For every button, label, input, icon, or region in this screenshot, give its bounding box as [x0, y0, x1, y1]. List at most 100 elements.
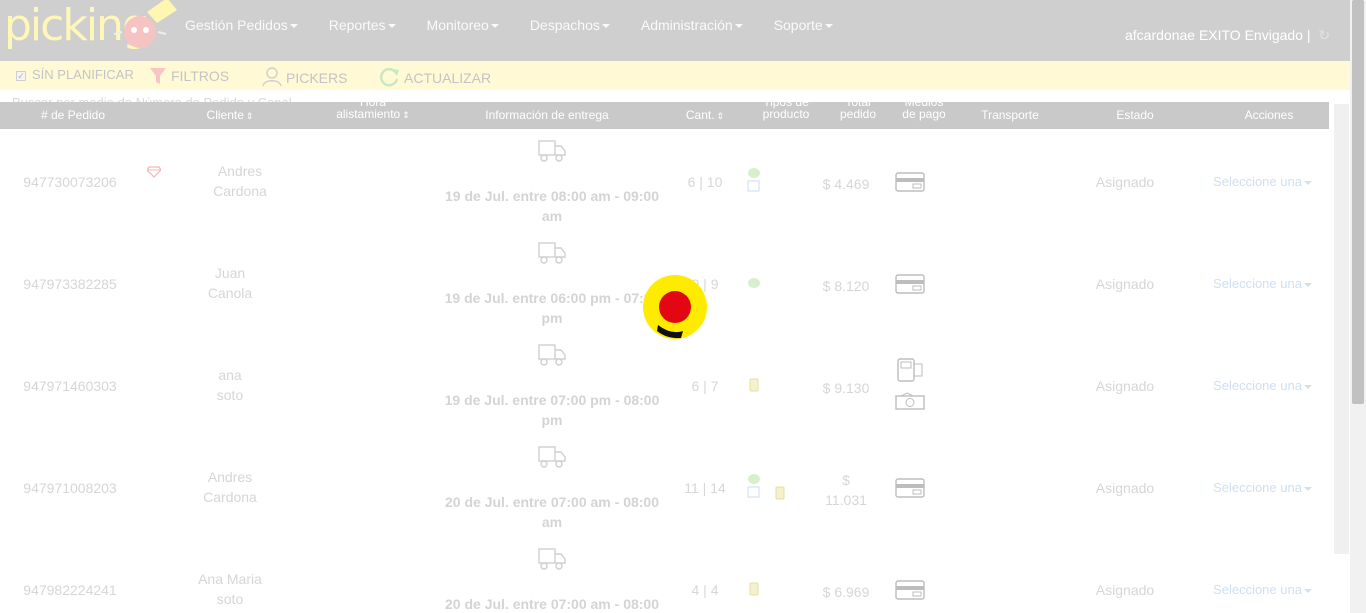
header-hora[interactable]: Hora alistamiento ⇕ [318, 96, 428, 121]
pickers-label: PICKERS [286, 70, 348, 86]
header-label: Información de entrega [485, 108, 609, 122]
checkbox-icon[interactable]: ✓ [16, 71, 26, 81]
actualizar-label: ACTUALIZAR [404, 70, 492, 86]
actions-dropdown[interactable]: Seleccione una [1200, 378, 1325, 393]
caret-down-icon [387, 24, 396, 29]
total-currency: $ [842, 472, 850, 488]
delivery-truck-icon [538, 242, 566, 264]
order-number[interactable]: 947973382285 [0, 276, 140, 292]
client-first-name: ana [218, 367, 242, 383]
pickers-button[interactable]: PICKERS [262, 67, 347, 87]
delivery-truck-icon [538, 548, 566, 570]
nav-monitoreo[interactable]: Monitoreo [427, 17, 499, 33]
bottle-icon [749, 582, 759, 596]
table-row[interactable]: 947982224241 Ana Maria soto 20 de Jul. en… [0, 538, 1330, 613]
order-number[interactable]: 947971008203 [0, 480, 140, 496]
header-transporte: Transporte [970, 109, 1050, 121]
order-total: $ 9.130 [822, 380, 870, 396]
header-label: pedido [839, 107, 877, 121]
diamond-icon [147, 166, 161, 178]
actions-dropdown[interactable]: Seleccione una [1200, 582, 1325, 597]
order-number[interactable]: 947982224241 [0, 582, 140, 598]
credit-card-icon [895, 172, 925, 192]
caret-down-icon [1303, 180, 1312, 185]
status: Asignado [1095, 582, 1155, 598]
actions-dropdown[interactable]: Seleccione una [1200, 276, 1325, 291]
total-amount: 11.031 [825, 492, 867, 508]
caret-down-icon [1303, 282, 1312, 287]
delivery-info: 20 de Jul. entre 07:00 am - 08:00 am [445, 494, 659, 530]
refresh-icon [380, 68, 399, 87]
header-tipos: Tipos de producto [750, 96, 822, 120]
order-total: $ 6.969 [822, 584, 870, 600]
nav-despachos[interactable]: Despachos [530, 17, 610, 33]
client-first-name: Andres [217, 163, 263, 179]
delivery-info: 19 de Jul. entre 06:00 pm - 07:00 pm [444, 290, 660, 326]
actualizar-button[interactable]: ACTUALIZAR [380, 67, 491, 87]
quantity: 6 | 7 [691, 378, 719, 394]
caret-down-icon [1303, 384, 1312, 389]
scrollbar-thumb[interactable] [1352, 0, 1364, 404]
client-last-name: Cardona [213, 183, 267, 199]
caret-down-icon [289, 24, 298, 29]
client-name: Andres Cardona [180, 161, 300, 201]
client-first-name: Andres [207, 469, 253, 485]
table-scrollbar[interactable] [1334, 104, 1349, 554]
app-logo[interactable]: picking [2, 0, 177, 56]
nav-label: Gestión Pedidos [185, 17, 288, 33]
nav-administracion[interactable]: Administración [641, 17, 743, 33]
credit-card-icon [895, 274, 925, 294]
quantity: 4 | 4 [691, 582, 719, 598]
order-number[interactable]: 947730073206 [0, 174, 140, 190]
status: Asignado [1095, 174, 1155, 190]
actions-dropdown[interactable]: Seleccione una [1200, 480, 1325, 495]
client-name: Ana Maria soto [170, 569, 290, 609]
header-estado: Estado [1080, 109, 1190, 121]
header-label: Cliente [206, 108, 244, 122]
refresh-icon[interactable]: ↻ [1318, 27, 1330, 44]
nav-gestion-pedidos[interactable]: Gestión Pedidos [185, 17, 298, 33]
client-name: Juan Canola [170, 263, 290, 303]
header-client[interactable]: Cliente ⇕ [180, 109, 280, 122]
table-row[interactable]: 947730073206 Andres Cardona 19 de Jul. en… [0, 130, 1330, 232]
order-number[interactable]: 947971460303 [0, 378, 140, 394]
status: Asignado [1095, 480, 1155, 496]
actions-label: Seleccione una [1213, 480, 1302, 495]
nav-label: Administración [640, 17, 733, 33]
toolbar: ✓ SÍN PLANIFICAR FILTROS PICKERS ACTUALIZ… [0, 61, 1350, 90]
sin-planificar-checkbox[interactable]: ✓ SÍN PLANIFICAR [16, 67, 134, 82]
nav-reportes[interactable]: Reportes [329, 17, 396, 33]
header-label: producto [762, 107, 810, 121]
cash-icon [895, 392, 925, 410]
header-total: Total pedido [830, 96, 886, 120]
cursor-highlight-icon [643, 275, 707, 339]
nav-label: Monitoreo [426, 17, 489, 33]
delivery-info: 20 de Jul. entre 07:00 am - 08:00 [445, 596, 659, 612]
header-cant[interactable]: Cant. ⇕ [670, 109, 740, 122]
user-icon [262, 67, 282, 87]
product-type-icon [747, 474, 760, 498]
header-acciones: Acciones [1210, 109, 1328, 121]
nav-soporte[interactable]: Soporte [774, 17, 833, 33]
header-label: Cant. [685, 108, 715, 122]
client-last-name: soto [216, 591, 244, 607]
header-order[interactable]: # de Pedido [0, 109, 146, 121]
delivery-info: 19 de Jul. entre 08:00 am - 09:00 am [445, 188, 659, 224]
table-row[interactable]: 947971008203 Andres Cardona 20 de Jul. en… [0, 436, 1330, 538]
filtros-label: FILTROS [171, 68, 230, 84]
sort-icon: ⇕ [402, 110, 410, 120]
sort-icon: ⇕ [245, 111, 254, 121]
actions-label: Seleccione una [1213, 276, 1302, 291]
caret-down-icon [490, 24, 499, 29]
actions-label: Seleccione una [1213, 378, 1302, 393]
actions-dropdown[interactable]: Seleccione una [1200, 174, 1325, 189]
header-label: alistamiento [336, 107, 401, 121]
caret-down-icon [1303, 588, 1312, 593]
status: Asignado [1095, 378, 1155, 394]
filtros-button[interactable]: FILTROS [149, 67, 229, 85]
table-row[interactable]: 947971460303 ana soto 19 de Jul. entre 07… [0, 334, 1330, 436]
dataphone-icon [897, 358, 923, 382]
top-navbar: picking Gestión Pedidos Reportes Monitor… [0, 0, 1350, 61]
header-label: Estado [1116, 108, 1154, 122]
client-first-name: Juan [214, 265, 246, 281]
